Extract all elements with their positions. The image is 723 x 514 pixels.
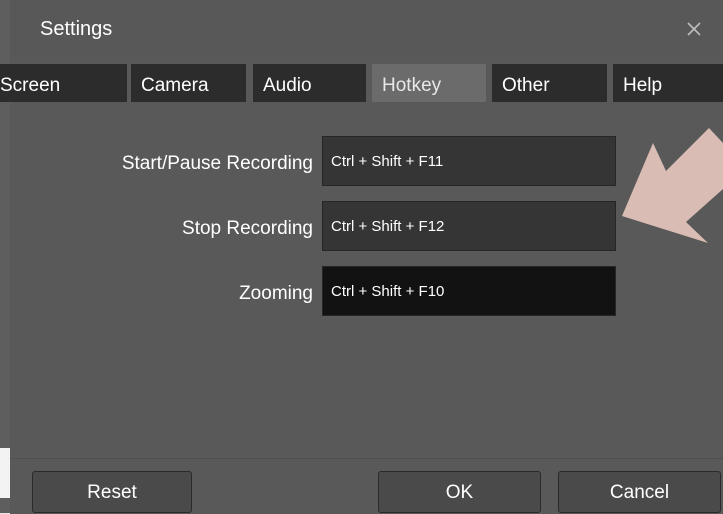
ok-button[interactable]: OK (378, 471, 541, 513)
resize-grip (0, 448, 10, 498)
stop-recording-label: Stop Recording (182, 218, 313, 239)
cancel-button[interactable]: Cancel (558, 471, 721, 513)
tab-bar: Screen Camera Audio Hotkey Other Help (0, 64, 723, 102)
close-icon[interactable] (683, 18, 705, 40)
annotation-arrow-icon (622, 128, 723, 243)
tab-audio[interactable]: Audio (253, 64, 366, 102)
title-bar: Settings (10, 0, 723, 58)
window-title: Settings (40, 18, 113, 40)
zooming-label: Zooming (239, 283, 313, 304)
tab-camera[interactable]: Camera (131, 64, 246, 102)
reset-button[interactable]: Reset (32, 471, 192, 513)
tab-help[interactable]: Help (613, 64, 723, 102)
start-pause-recording-label: Start/Pause Recording (121, 153, 313, 174)
tab-hotkey[interactable]: Hotkey (372, 64, 486, 102)
start-pause-recording-hotkey-field[interactable]: Ctrl + Shift + F11 (322, 136, 616, 186)
tab-other[interactable]: Other (492, 64, 607, 102)
dialog-footer: Reset OK Cancel (10, 458, 723, 514)
settings-dialog: Settings Screen Camera Audio Hotkey Othe… (0, 0, 723, 514)
stop-recording-hotkey-field[interactable]: Ctrl + Shift + F12 (322, 201, 616, 251)
zooming-hotkey-field[interactable]: Ctrl + Shift + F10 (322, 266, 616, 316)
hotkey-panel: Start/Pause Recording Ctrl + Shift + F11… (10, 102, 723, 458)
tab-screen[interactable]: Screen (0, 64, 127, 102)
